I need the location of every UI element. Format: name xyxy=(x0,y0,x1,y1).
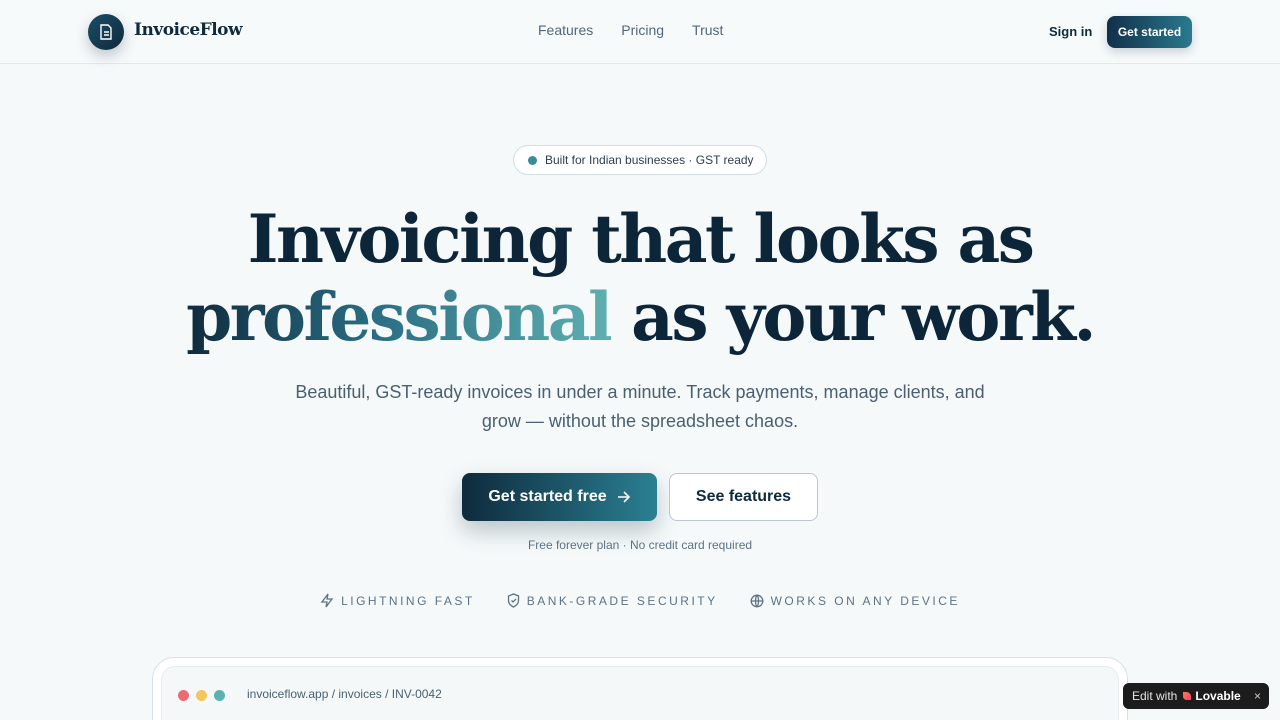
nav-link-pricing[interactable]: Pricing xyxy=(621,22,664,38)
headline-highlight: professional xyxy=(186,278,613,356)
app-preview-toolbar: invoiceflow.app / invoices / INV-0042 xyxy=(161,666,1119,720)
shield-icon xyxy=(507,593,519,608)
preview-url: invoiceflow.app / invoices / INV-0042 xyxy=(247,687,442,701)
lovable-heart-icon xyxy=(1183,692,1192,700)
edit-with-lovable-badge[interactable]: Edit with Lovable × xyxy=(1123,683,1269,709)
gst-ready-badge: Built for Indian businesses · GST ready xyxy=(513,145,767,175)
feature-lightning-fast: LIGHTNING FAST xyxy=(320,593,475,608)
close-icon[interactable]: × xyxy=(1254,689,1261,703)
feature-works-on-any-device: WORKS ON ANY DEVICE xyxy=(750,593,960,608)
window-minimize-dot xyxy=(196,690,207,701)
app-preview-window: invoiceflow.app / invoices / INV-0042 xyxy=(152,657,1128,720)
see-features-button[interactable]: See features xyxy=(669,473,818,521)
lovable-brand-label: Lovable xyxy=(1195,689,1241,703)
get-started-button[interactable]: Get started xyxy=(1107,16,1192,48)
brand-name[interactable]: InvoiceFlow xyxy=(134,20,243,40)
lovable-prefix: Edit with xyxy=(1132,689,1178,703)
feature-label: BANK-GRADE SECURITY xyxy=(526,593,718,608)
arrow-right-icon xyxy=(617,491,630,503)
window-maximize-dot xyxy=(214,690,225,701)
feature-label: WORKS ON ANY DEVICE xyxy=(770,593,960,608)
cta-note: Free forever plan · No credit card requi… xyxy=(527,538,753,552)
headline-line-2: as your work. xyxy=(610,278,1096,356)
get-started-free-button[interactable]: Get started free xyxy=(462,473,657,521)
status-dot-icon xyxy=(528,155,537,165)
headline-line-1: Invoicing that looks as xyxy=(247,200,1035,278)
nav-link-features[interactable]: Features xyxy=(538,22,593,38)
feature-bank-grade-security: BANK-GRADE SECURITY xyxy=(507,593,718,608)
feature-strip: LIGHTNING FAST BANK-GRADE SECURITY WORKS… xyxy=(0,593,1280,608)
lovable-brand: Lovable xyxy=(1182,689,1241,703)
nav-links: Features Pricing Trust xyxy=(538,22,723,38)
lightning-icon xyxy=(320,593,334,608)
top-nav: InvoiceFlow Features Pricing Trust Sign … xyxy=(0,0,1280,64)
hero-headline: Invoicing that looks as professional as … xyxy=(0,200,1280,356)
badge-label: Built for Indian businesses · GST ready xyxy=(545,153,754,167)
hero-subtitle: Beautiful, GST-ready invoices in under a… xyxy=(295,382,985,431)
window-close-dot xyxy=(178,690,189,701)
logo-document-icon[interactable] xyxy=(88,14,124,50)
cta-primary-label: Get started free xyxy=(488,488,607,505)
feature-label: LIGHTNING FAST xyxy=(341,593,475,608)
nav-link-trust[interactable]: Trust xyxy=(692,22,723,38)
sign-in-link[interactable]: Sign in xyxy=(1049,24,1092,39)
globe-icon xyxy=(750,594,764,607)
